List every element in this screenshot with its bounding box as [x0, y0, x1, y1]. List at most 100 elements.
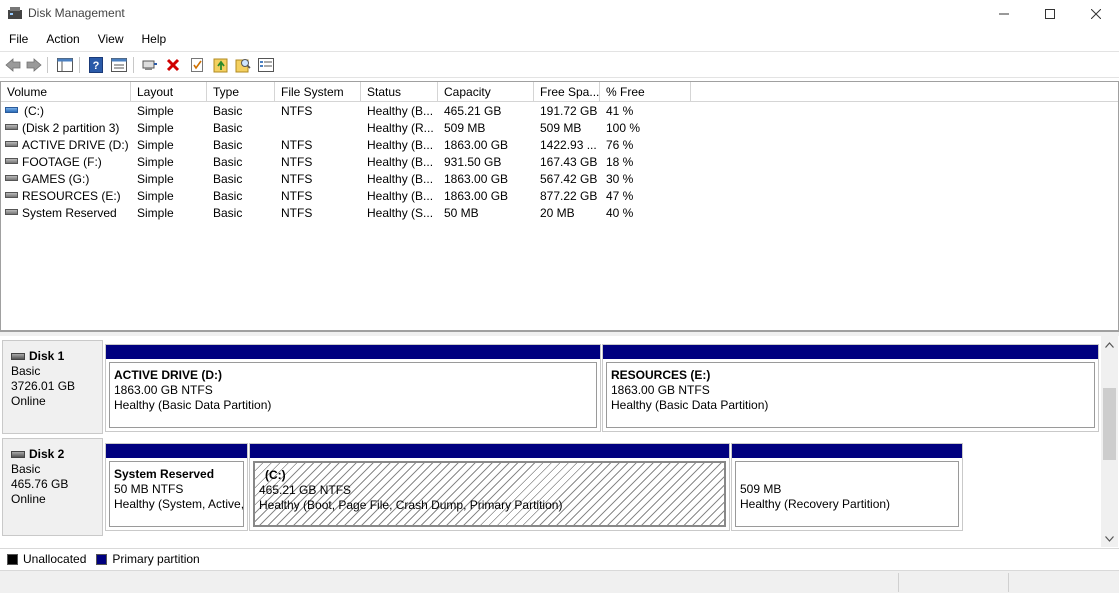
chevron-down-icon — [1105, 535, 1114, 542]
disk-1-label[interactable]: Disk 1 Basic 3726.01 GB Online — [2, 340, 103, 434]
cell-capacity: 931.50 GB — [444, 155, 502, 169]
cell-percent-free: 100 % — [606, 121, 641, 135]
help-icon: ? — [89, 57, 103, 73]
cell-type: Basic — [213, 121, 243, 135]
table-row[interactable]: ACTIVE DRIVE (D:) Simple Basic NTFS Heal… — [1, 136, 1118, 153]
primary-partition-bar — [106, 345, 600, 359]
partition-resources[interactable]: RESOURCES (E:) 1863.00 GB NTFS Healthy (… — [602, 344, 1099, 432]
partition-system-reserved[interactable]: System Reserved 50 MB NTFS Healthy (Syst… — [105, 443, 248, 531]
maximize-button[interactable] — [1027, 0, 1073, 28]
menu-file[interactable]: File — [0, 30, 37, 50]
properties-list-button[interactable] — [110, 56, 128, 74]
partition-size: 50 MB NTFS — [114, 482, 184, 496]
legend-swatch-unallocated — [7, 553, 18, 565]
cell-free-space: 509 MB — [540, 121, 582, 135]
legend: Unallocated Primary partition — [0, 548, 1119, 569]
legend-label: Primary partition — [112, 552, 200, 566]
search-folder-button[interactable] — [234, 56, 252, 74]
cell-layout: Simple — [137, 206, 174, 220]
scroll-thumb[interactable] — [1103, 388, 1116, 460]
status-pane-divider — [898, 573, 899, 592]
column-header-type[interactable]: Type — [207, 82, 275, 101]
close-button[interactable] — [1073, 0, 1119, 28]
details-view-icon — [258, 58, 274, 72]
cell-volume: (Disk 2 partition 3) — [22, 121, 120, 135]
forward-button[interactable] — [25, 56, 43, 74]
column-header-volume[interactable]: Volume — [1, 82, 131, 101]
help-button[interactable]: ? — [87, 56, 105, 74]
cell-file-system: NTFS — [281, 206, 313, 220]
search-folder-icon — [235, 59, 251, 73]
partition-recovery[interactable]: 509 MB Healthy (Recovery Partition) — [731, 443, 963, 531]
partition-size: 465.21 GB NTFS — [259, 483, 352, 497]
console-tree-icon — [57, 58, 73, 72]
volume-list-header: Volume Layout Type File System Status Ca… — [1, 82, 1118, 102]
table-row[interactable]: RESOURCES (E:) Simple Basic NTFS Healthy… — [1, 187, 1118, 204]
column-header-capacity[interactable]: Capacity — [438, 82, 534, 101]
partition-active-drive[interactable]: ACTIVE DRIVE (D:) 1863.00 GB NTFS Health… — [105, 344, 601, 432]
partition-title: (C:) — [265, 468, 286, 482]
svg-text:?: ? — [93, 60, 100, 72]
properties-list-icon — [111, 58, 127, 72]
back-button[interactable] — [4, 56, 22, 74]
partition-size: 1863.00 GB NTFS — [114, 383, 213, 397]
window-title: Disk Management — [28, 6, 125, 20]
table-row[interactable]: GAMES (G:) Simple Basic NTFS Healthy (B.… — [1, 170, 1118, 187]
cell-percent-free: 30 % — [606, 172, 634, 186]
disk-2-label[interactable]: Disk 2 Basic 465.76 GB Online — [2, 438, 103, 536]
column-header-free-space[interactable]: Free Spa... — [534, 82, 600, 101]
cell-percent-free: 41 % — [606, 104, 634, 118]
column-header-layout[interactable]: Layout — [131, 82, 207, 101]
scroll-up-button[interactable] — [1101, 336, 1118, 353]
primary-partition-bar — [250, 444, 729, 458]
column-header-file-system[interactable]: File System — [275, 82, 361, 101]
legend-swatch-primary — [96, 553, 108, 565]
folder-up-button[interactable] — [212, 56, 230, 74]
cell-capacity: 509 MB — [444, 121, 486, 135]
cell-type: Basic — [213, 138, 243, 152]
column-header-status[interactable]: Status — [361, 82, 438, 101]
cell-free-space: 20 MB — [540, 206, 575, 220]
disk-1-size: 3726.01 GB — [11, 379, 76, 393]
primary-partition-bar — [106, 444, 247, 458]
disk-1-name: Disk 1 — [29, 349, 65, 363]
cell-layout: Simple — [137, 104, 174, 118]
cell-status: Healthy (B... — [367, 189, 434, 203]
cell-capacity: 1863.00 GB — [444, 172, 509, 186]
cell-layout: Simple — [137, 189, 174, 203]
cell-volume: RESOURCES (E:) — [22, 189, 121, 203]
table-row[interactable]: System Reserved Simple Basic NTFS Health… — [1, 204, 1118, 221]
partition-body-selected: (C:) 465.21 GB NTFS Healthy (Boot, Page … — [253, 461, 726, 527]
menu-action[interactable]: Action — [37, 30, 88, 50]
volume-icon — [5, 175, 18, 181]
cell-volume: FOOTAGE (F:) — [22, 155, 102, 169]
partition-c-drive[interactable]: (C:) 465.21 GB NTFS Healthy (Boot, Page … — [249, 443, 730, 531]
volume-icon — [5, 192, 18, 198]
partition-body: 509 MB Healthy (Recovery Partition) — [735, 461, 959, 527]
graph-view-scrollbar[interactable] — [1101, 336, 1118, 547]
delete-icon — [166, 58, 180, 72]
connect-disk-button[interactable] — [141, 56, 159, 74]
maximize-icon — [1045, 9, 1055, 19]
menu-view[interactable]: View — [89, 30, 133, 50]
delete-button[interactable] — [164, 56, 182, 74]
cell-file-system: NTFS — [281, 138, 313, 152]
menu-bar: File Action View Help — [0, 30, 1119, 50]
cell-status: Healthy (R... — [367, 121, 434, 135]
cell-layout: Simple — [137, 155, 174, 169]
scroll-down-button[interactable] — [1101, 530, 1118, 547]
minimize-button[interactable] — [981, 0, 1027, 28]
console-tree-button[interactable] — [56, 56, 74, 74]
cell-type: Basic — [213, 189, 243, 203]
volume-icon — [5, 158, 18, 164]
table-row[interactable]: FOOTAGE (F:) Simple Basic NTFS Healthy (… — [1, 153, 1118, 170]
close-icon — [1091, 9, 1101, 19]
table-row[interactable]: (C:) Simple Basic NTFS Healthy (B... 465… — [1, 102, 1118, 119]
menu-help[interactable]: Help — [133, 30, 176, 50]
primary-partition-bar — [732, 444, 962, 458]
details-view-button[interactable] — [257, 56, 275, 74]
check-properties-button[interactable] — [188, 56, 206, 74]
table-row[interactable]: (Disk 2 partition 3) Simple Basic Health… — [1, 119, 1118, 136]
partition-body: RESOURCES (E:) 1863.00 GB NTFS Healthy (… — [606, 362, 1095, 428]
column-header-percent-free[interactable]: % Free — [600, 82, 691, 101]
